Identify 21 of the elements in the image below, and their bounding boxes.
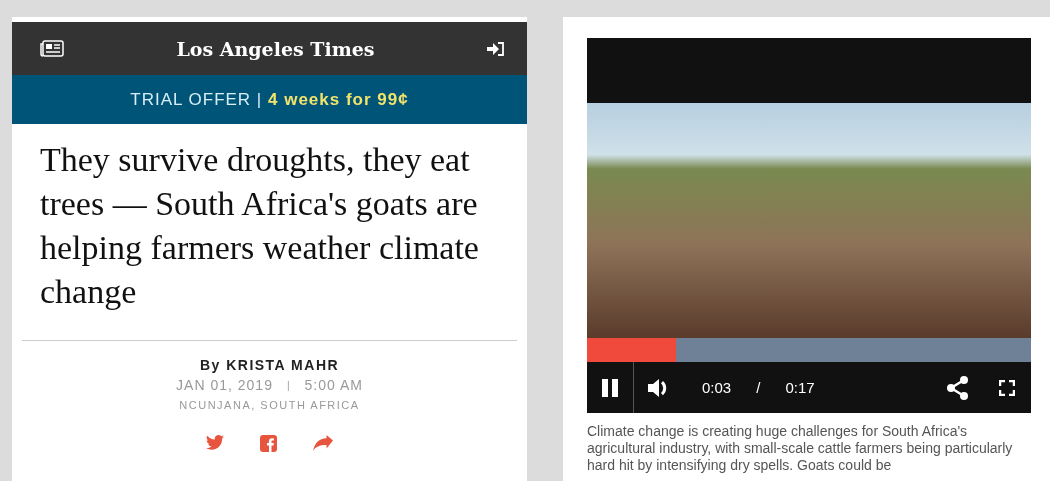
- masthead-logo[interactable]: Los Angeles Times: [176, 37, 375, 60]
- dateline-location: NCUNJANA, SOUTH AFRICA: [179, 399, 360, 411]
- sign-in-icon[interactable]: [487, 41, 505, 56]
- facebook-icon[interactable]: [260, 435, 277, 452]
- time-separator: /: [756, 379, 761, 396]
- publish-date: JAN 01, 2019: [176, 377, 273, 393]
- current-time: 0:03: [702, 379, 732, 396]
- article-headline: They survive droughts, they eat trees — South Africa's goats are helping farmers weather climate change: [40, 140, 480, 312]
- video-duration: 0:17: [785, 379, 815, 396]
- newspaper-icon[interactable]: [40, 40, 64, 57]
- pause-icon[interactable]: [602, 378, 618, 397]
- share-icon[interactable]: [947, 375, 969, 400]
- publish-time: 5:00 AM: [304, 377, 363, 393]
- video-caption: Climate change is creating huge challenges for South Africa's agricultural industry, with small-scale cattle farmers being particularly hard hit by intensifying dry spells. Goats could be: [587, 423, 1014, 474]
- byline: By KRISTA MAHR: [199, 357, 340, 373]
- trial-offer-banner[interactable]: TRIAL OFFER | 4 weeks for 99¢: [12, 75, 527, 124]
- bird-icon[interactable]: [206, 435, 224, 450]
- progress-track[interactable]: [587, 338, 1031, 362]
- date-separator: |: [286, 379, 291, 391]
- share-arrow-icon[interactable]: [313, 435, 333, 451]
- fullscreen-icon[interactable]: [999, 379, 1015, 396]
